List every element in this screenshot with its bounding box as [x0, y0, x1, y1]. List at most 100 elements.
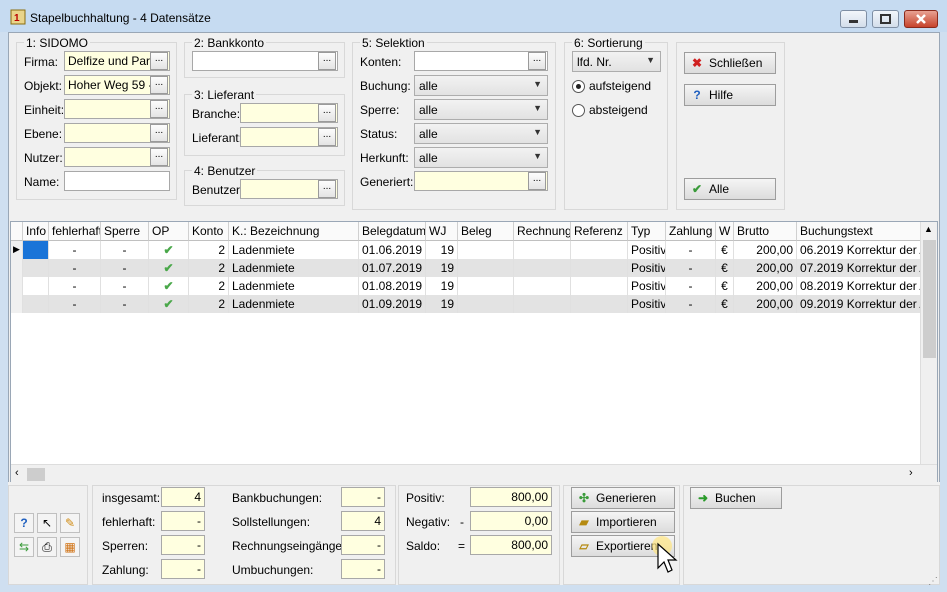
table-cell-buchungstext[interactable]: 09.2019 Korrektur der Au	[797, 295, 921, 313]
sort-descending-radio[interactable]	[572, 104, 585, 117]
table-cell-referenz[interactable]	[571, 241, 628, 259]
table-cell-info[interactable]	[23, 295, 49, 313]
sort-ascending-label[interactable]: aufsteigend	[589, 79, 651, 93]
table-cell-bezeichnung[interactable]: Ladenmiete	[229, 295, 359, 313]
table-cell-konto[interactable]: 2	[189, 295, 229, 313]
help-button[interactable]: ? Hilfe	[684, 84, 776, 106]
sort-ascending-radio[interactable]	[572, 80, 585, 93]
column-header[interactable]: Konto	[189, 222, 229, 241]
column-header[interactable]: Rechnung	[514, 222, 571, 241]
table-cell-sperre[interactable]: -	[101, 259, 149, 277]
table-cell-belegdatum[interactable]: 01.07.2019	[359, 259, 426, 277]
table-row[interactable]: - - ✔ 2 Ladenmiete 01.08.2019 19 Positiv - €200,0…	[11, 277, 921, 295]
sortierung-select[interactable]: lfd. Nr. ▼	[572, 51, 661, 72]
print-icon[interactable]: ⎙	[37, 537, 57, 557]
benutzer-browse-button[interactable]: ...	[318, 180, 336, 198]
table-cell-buchungstext[interactable]: 07.2019 Korrektur der Au	[797, 259, 921, 277]
table-cell-konto[interactable]: 2	[189, 259, 229, 277]
ebene-browse-button[interactable]: ...	[150, 124, 168, 142]
column-header[interactable]: Belegdatum	[359, 222, 426, 241]
op-check-icon[interactable]: ✔	[149, 295, 189, 313]
objekt-browse-button[interactable]: ...	[150, 76, 168, 94]
table-cell-brutto[interactable]: 200,00	[734, 277, 797, 295]
konten-browse-button[interactable]: ...	[528, 52, 546, 70]
vertical-scrollbar[interactable]: ▲	[920, 222, 937, 464]
column-header[interactable]: Sperre	[101, 222, 149, 241]
table-cell-belegdatum[interactable]: 01.06.2019	[359, 241, 426, 259]
resize-grip-icon[interactable]: ⋰	[928, 576, 938, 587]
buchung-select[interactable]: alle ▼	[414, 75, 548, 96]
minimize-button[interactable]	[840, 10, 867, 28]
table-cell-bezeichnung[interactable]: Ladenmiete	[229, 277, 359, 295]
layout-icon[interactable]: ▦	[60, 537, 80, 557]
op-check-icon[interactable]: ✔	[149, 241, 189, 259]
table-cell-info[interactable]	[23, 259, 49, 277]
column-header[interactable]: OP	[149, 222, 189, 241]
table-cell-wj[interactable]: 19	[426, 241, 458, 259]
table-cell-rechnung[interactable]	[514, 295, 571, 313]
column-header[interactable]: Zahlung	[666, 222, 716, 241]
table-cell-typ[interactable]: Positiv	[628, 295, 666, 313]
table-cell-w[interactable]: €	[716, 241, 734, 259]
table-cell-referenz[interactable]	[571, 295, 628, 313]
scroll-h-thumb[interactable]	[27, 468, 45, 481]
table-cell-beleg[interactable]	[458, 259, 514, 277]
column-header[interactable]: Typ	[628, 222, 666, 241]
table-cell-w[interactable]: €	[716, 259, 734, 277]
op-check-icon[interactable]: ✔	[149, 277, 189, 295]
einheit-browse-button[interactable]: ...	[150, 100, 168, 118]
table-cell-bezeichnung[interactable]: Ladenmiete	[229, 259, 359, 277]
lieferant-browse-button[interactable]: ...	[318, 128, 336, 146]
select-all-button[interactable]: ✔ Alle	[684, 178, 776, 200]
column-header[interactable]: Info	[23, 222, 49, 241]
table-cell-zahlung[interactable]: -	[666, 241, 716, 259]
table-cell-fehlerhaft[interactable]: -	[49, 277, 101, 295]
table-cell-belegdatum[interactable]: 01.08.2019	[359, 277, 426, 295]
column-header[interactable]: fehlerhaft	[49, 222, 101, 241]
table-cell-bezeichnung[interactable]: Ladenmiete	[229, 241, 359, 259]
scroll-up-arrow-icon[interactable]: ▲	[924, 224, 933, 234]
generieren-button[interactable]: ✣ Generieren	[571, 487, 675, 509]
table-row[interactable]: ▶ - - ✔ 2 Ladenmiete 01.06.2019 19 Positiv - €200,…	[11, 241, 921, 259]
column-header[interactable]: W	[716, 222, 734, 241]
table-cell-konto[interactable]: 2	[189, 277, 229, 295]
nutzer-browse-button[interactable]: ...	[150, 148, 168, 166]
close-button[interactable]: ✖ Schließen	[684, 52, 776, 74]
table-cell-typ[interactable]: Positiv	[628, 277, 666, 295]
table-cell-wj[interactable]: 19	[426, 295, 458, 313]
column-header[interactable]: Beleg	[458, 222, 514, 241]
table-cell-referenz[interactable]	[571, 277, 628, 295]
table-cell-info[interactable]	[23, 241, 49, 259]
table-cell-referenz[interactable]	[571, 259, 628, 277]
table-cell-sperre[interactable]: -	[101, 295, 149, 313]
table-cell-fehlerhaft[interactable]: -	[49, 241, 101, 259]
sperre-select[interactable]: alle ▼	[414, 99, 548, 120]
table-cell-info[interactable]	[23, 277, 49, 295]
column-header[interactable]: Buchungstext	[797, 222, 921, 241]
horizontal-scrollbar[interactable]: ‹ ›	[11, 464, 937, 483]
table-cell-brutto[interactable]: 200,00	[734, 259, 797, 277]
table-row[interactable]: - - ✔ 2 Ladenmiete 01.09.2019 19 Positiv - €200,0…	[11, 295, 921, 313]
scroll-right-arrow-icon[interactable]: ›	[909, 467, 913, 479]
table-cell-sperre[interactable]: -	[101, 277, 149, 295]
table-cell-wj[interactable]: 19	[426, 259, 458, 277]
help-icon[interactable]: ?	[14, 513, 34, 533]
table-cell-fehlerhaft[interactable]: -	[49, 295, 101, 313]
table-cell-beleg[interactable]	[458, 295, 514, 313]
firma-browse-button[interactable]: ...	[150, 52, 168, 70]
table-cell-w[interactable]: €	[716, 295, 734, 313]
table-cell-konto[interactable]: 2	[189, 241, 229, 259]
herkunft-select[interactable]: alle ▼	[414, 147, 548, 168]
table-cell-typ[interactable]: Positiv	[628, 259, 666, 277]
column-header[interactable]: Brutto	[734, 222, 797, 241]
table-cell-zahlung[interactable]: -	[666, 277, 716, 295]
scroll-left-arrow-icon[interactable]: ‹	[15, 467, 19, 479]
refresh-icon[interactable]: ⇆	[14, 537, 34, 557]
table-cell-belegdatum[interactable]: 01.09.2019	[359, 295, 426, 313]
close-window-button[interactable]	[904, 10, 938, 28]
pointer-icon[interactable]: ↖	[37, 513, 57, 533]
table-cell-rechnung[interactable]	[514, 241, 571, 259]
table-cell-buchungstext[interactable]: 06.2019 Korrektur der Au	[797, 241, 921, 259]
table-cell-zahlung[interactable]: -	[666, 259, 716, 277]
table-cell-rechnung[interactable]	[514, 277, 571, 295]
